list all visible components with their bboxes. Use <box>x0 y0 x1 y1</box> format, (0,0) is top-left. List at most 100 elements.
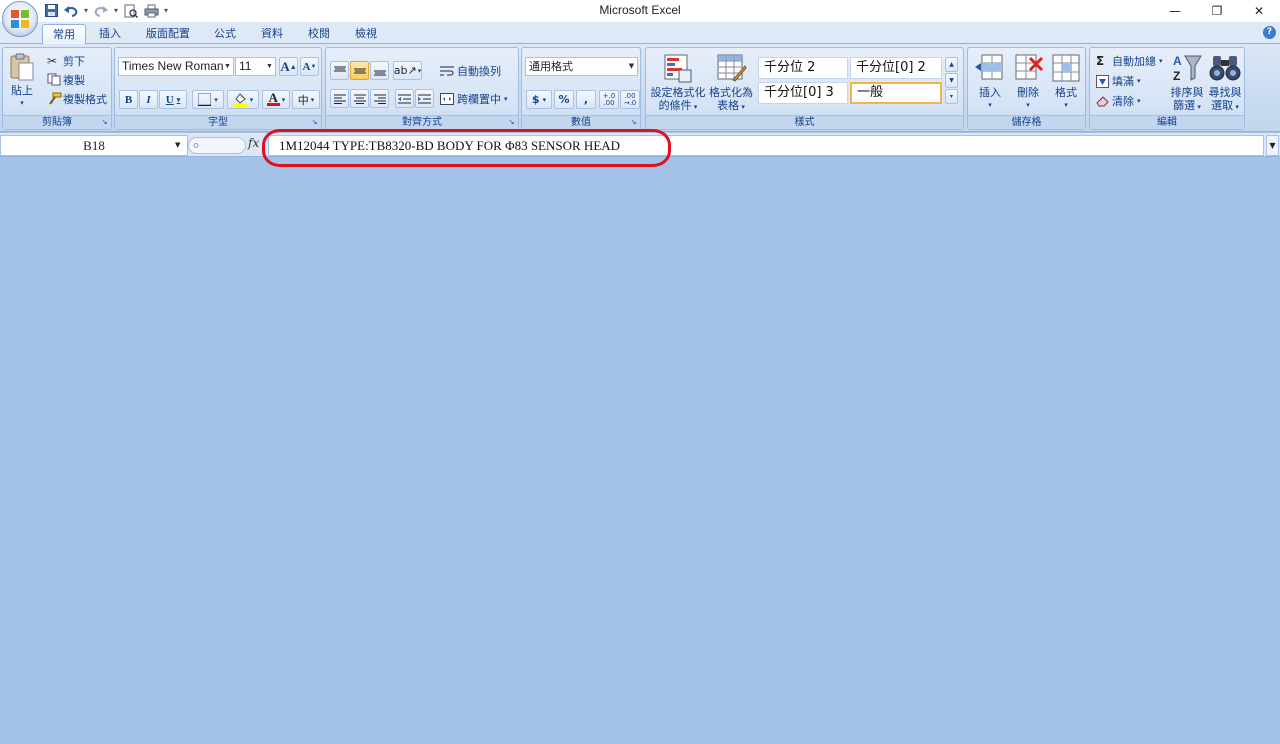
chevron-down-icon: ▼ <box>949 77 954 84</box>
align-left-button[interactable] <box>330 89 349 108</box>
format-cells-icon <box>1052 54 1080 82</box>
clipboard-launcher-icon[interactable]: ↘ <box>100 118 109 127</box>
chevron-down-icon: ▼ <box>628 62 635 70</box>
tab-page-layout[interactable]: 版面配置 <box>136 24 200 44</box>
font-launcher-icon[interactable]: ↘ <box>310 118 319 127</box>
fill-color-button[interactable]: ▾ <box>227 90 259 109</box>
sort-filter-label-2: 篩選 ▾ <box>1173 99 1201 114</box>
font-color-swatch <box>266 103 280 106</box>
tab-view[interactable]: 檢視 <box>345 24 387 44</box>
tab-data[interactable]: 資料 <box>251 24 293 44</box>
format-as-table-icon <box>717 54 747 82</box>
chevron-down-icon: ▾ <box>739 103 745 111</box>
increase-decimal-button[interactable]: +.0 .00 <box>599 90 619 109</box>
formula-splitter-icon[interactable] <box>188 137 246 154</box>
font-size-select[interactable]: 11 ▼ <box>235 57 276 76</box>
tab-insert[interactable]: 插入 <box>89 24 131 44</box>
tab-review[interactable]: 校閱 <box>298 24 340 44</box>
align-top-button[interactable] <box>330 61 349 80</box>
bold-button[interactable]: B <box>119 90 138 109</box>
borders-button[interactable]: ▾ <box>192 90 224 109</box>
editing-group-label: 編輯 <box>1090 115 1244 129</box>
styles-more-button[interactable]: ▾ <box>945 89 958 104</box>
sort-filter-label-1: 排序與 <box>1170 86 1204 99</box>
align-right-button[interactable] <box>370 89 389 108</box>
alignment-group-label: 對齊方式 <box>326 115 518 129</box>
format-as-table-label-2: 表格 ▾ <box>717 99 745 114</box>
clear-label: 清除 <box>1112 95 1134 108</box>
align-bottom-button[interactable] <box>370 61 389 80</box>
chevron-down-icon: ▾ <box>1137 77 1141 85</box>
close-button[interactable]: ✕ <box>1238 0 1280 22</box>
title-bar: ▾ ▾ ▾ Microsoft Excel — ❐ ✕ <box>0 0 1280 22</box>
wrap-text-button[interactable]: 自動換列 <box>440 61 501 80</box>
find-select-button[interactable]: 尋找與 選取 ▾ <box>1206 52 1244 114</box>
find-select-label-1: 尋找與 <box>1208 86 1242 99</box>
delete-cells-button[interactable]: 刪除 ▾ <box>1010 52 1046 112</box>
font-name-select[interactable]: Times New Roman ▼ <box>118 57 234 76</box>
currency-button[interactable]: $ ▾ <box>526 90 552 109</box>
cell-style-comma0-2[interactable]: 千分位[0] 2 <box>850 57 942 79</box>
font-color-button[interactable]: A ▾ <box>262 90 290 109</box>
underline-button[interactable]: U ▾ <box>159 90 187 109</box>
restore-button[interactable]: ❐ <box>1196 0 1238 22</box>
format-cells-button[interactable]: 格式 ▾ <box>1048 52 1084 112</box>
chevron-down-icon: ▾ <box>214 95 218 104</box>
sort-filter-button[interactable]: A Z 排序與 篩選 ▾ <box>1168 52 1206 114</box>
number-format-select[interactable]: 通用格式 ▼ <box>525 57 638 76</box>
tab-home[interactable]: 常用 <box>42 24 86 45</box>
styles-scroll-down-button[interactable]: ▼ <box>945 73 958 88</box>
cell-style-normal[interactable]: 一般 <box>850 82 942 104</box>
grow-font-button[interactable]: A ▲ <box>279 57 298 76</box>
office-button[interactable] <box>2 1 38 37</box>
name-box-dropdown-icon[interactable]: ▼ <box>175 141 180 149</box>
paste-button[interactable]: 貼上 ▾ <box>7 52 37 110</box>
clear-button[interactable]: 清除 ▾ <box>1096 92 1141 110</box>
cut-button[interactable]: ✂ 剪下 <box>47 52 85 69</box>
align-center-button[interactable] <box>350 89 369 108</box>
chevron-down-icon: ▾ <box>691 103 698 111</box>
formula-input[interactable]: 1M12044 TYPE:TB8320-BD BODY FOR Φ83 SENS… <box>268 135 1264 156</box>
insert-function-button[interactable]: fx <box>248 136 259 150</box>
number-launcher-icon[interactable]: ↘ <box>629 118 638 127</box>
format-painter-icon <box>49 92 62 105</box>
format-painter-button[interactable]: 複製格式 <box>47 90 107 107</box>
copy-button[interactable]: 複製 <box>47 71 85 88</box>
decrease-indent-button[interactable] <box>395 89 414 108</box>
wrap-text-icon <box>440 66 454 75</box>
orientation-button[interactable]: ab↗ ▾ <box>393 61 422 80</box>
name-box[interactable]: B18 <box>0 135 188 156</box>
tab-formulas[interactable]: 公式 <box>204 24 246 44</box>
increase-indent-button[interactable] <box>415 89 434 108</box>
expand-formula-bar-button[interactable]: ▼ <box>1266 135 1279 156</box>
comma-button[interactable]: , <box>576 90 596 109</box>
svg-text:A: A <box>1173 54 1182 68</box>
chevron-up-icon: ▲ <box>949 61 954 68</box>
delete-cells-icon <box>1015 54 1044 80</box>
merge-center-button[interactable]: 跨欄置中 ▾ <box>440 89 508 108</box>
cut-label: 剪下 <box>63 54 85 68</box>
cell-style-comma2[interactable]: 千分位 2 <box>758 57 848 79</box>
italic-button[interactable]: I <box>139 90 158 109</box>
cells-group: 插入 ▾ 刪除 ▾ 格式 ▾ 儲存格 <box>967 47 1086 130</box>
autosum-button[interactable]: Σ 自動加總 ▾ <box>1096 52 1163 70</box>
cell-style-comma0-3[interactable]: 千分位[0] 3 <box>758 82 848 104</box>
phonetic-button[interactable]: 中 ▾ <box>292 90 320 109</box>
fill-button[interactable]: 填滿 ▾ <box>1096 72 1141 90</box>
styles-scroll-up-button[interactable]: ▲ <box>945 57 958 72</box>
alignment-launcher-icon[interactable]: ↘ <box>507 118 516 127</box>
shrink-font-icon: A <box>302 60 311 73</box>
align-middle-button[interactable] <box>350 61 369 80</box>
chevron-down-icon: ▾ <box>417 66 422 75</box>
decrease-decimal-button[interactable]: .00 →.0 <box>620 90 640 109</box>
align-top-icon <box>333 66 346 71</box>
minimize-button[interactable]: — <box>1154 0 1196 22</box>
percent-button[interactable]: % <box>554 90 574 109</box>
insert-cells-button[interactable]: 插入 ▾ <box>972 52 1008 112</box>
format-as-table-button[interactable]: 格式化為 表格 ▾ <box>706 52 756 114</box>
help-icon[interactable]: ? <box>1263 26 1276 39</box>
borders-icon <box>198 93 212 106</box>
shrink-font-button[interactable]: A ▼ <box>300 57 319 76</box>
conditional-formatting-button[interactable]: 設定格式化 的條件 ▾ <box>650 52 706 114</box>
copy-icon <box>47 73 61 86</box>
